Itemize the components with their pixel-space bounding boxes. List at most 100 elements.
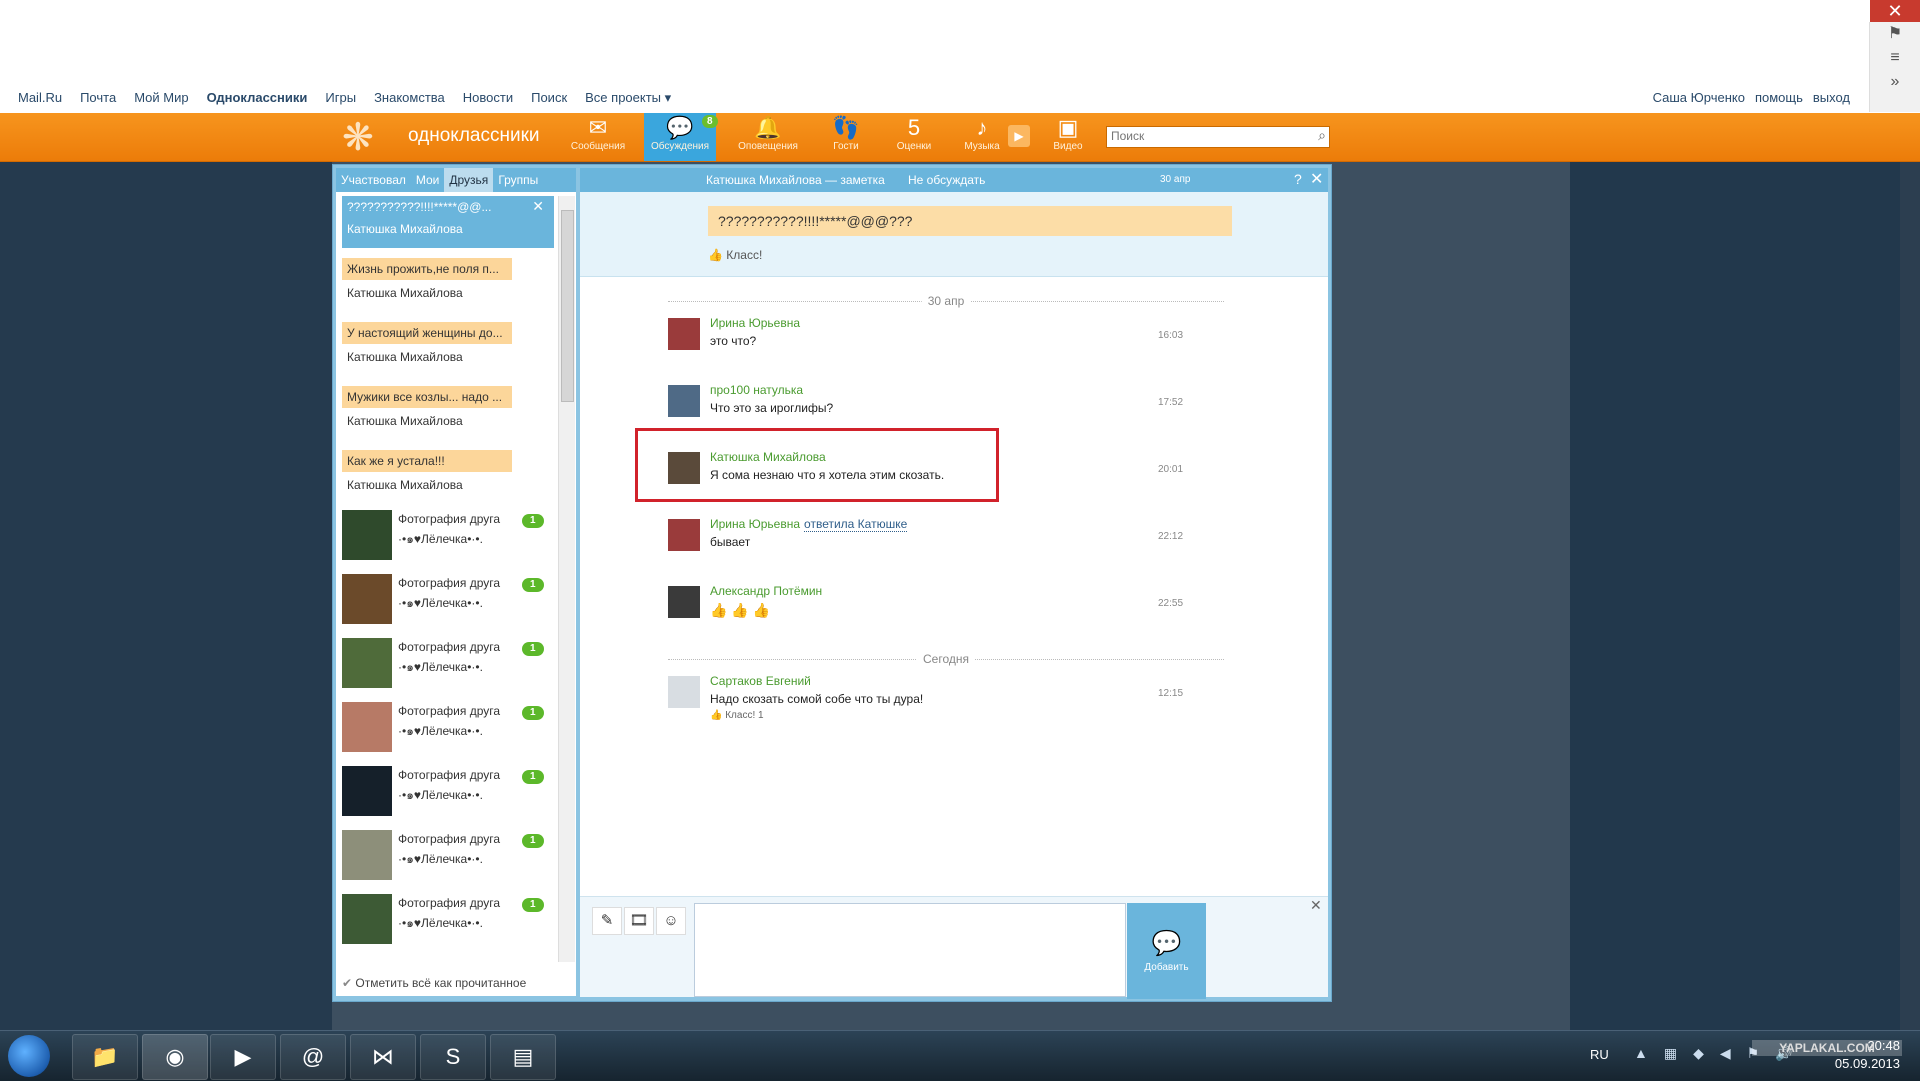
- rating-five-icon: 5: [907, 115, 921, 140]
- app-icon[interactable]: ▤: [490, 1034, 556, 1080]
- comment-author[interactable]: Александр Потёмин: [710, 584, 822, 598]
- list-scrollbar[interactable]: [558, 196, 575, 962]
- window-close-button[interactable]: ✕: [1870, 0, 1920, 22]
- footprints-icon: 👣: [832, 115, 860, 140]
- topic-title: ???????????!!!!*****@@...: [347, 200, 492, 214]
- highlight-box: [635, 428, 999, 502]
- language-indicator[interactable]: RU: [1590, 1047, 1609, 1062]
- film-icon[interactable]: 🎞: [624, 907, 654, 935]
- avatar[interactable]: [668, 519, 700, 551]
- portal-link-mail[interactable]: Почта: [80, 90, 116, 106]
- list-item-photo[interactable]: Фотография друга ·•๑♥Лёлечка•·•. 1: [342, 574, 554, 628]
- skype-icon[interactable]: S: [420, 1034, 486, 1080]
- pencil-icon[interactable]: ✎: [592, 907, 622, 935]
- reply-to-link[interactable]: ответила Катюшке: [804, 517, 908, 532]
- like-button[interactable]: 👍 Класс! 1: [710, 710, 764, 721]
- photo-thumbnail: [342, 830, 392, 880]
- close-icon[interactable]: ✕: [532, 198, 544, 215]
- user-name-link[interactable]: Саша Юрченко: [1653, 90, 1745, 105]
- nvidia-icon[interactable]: ◆: [1693, 1045, 1704, 1062]
- close-icon[interactable]: ✕: [1310, 897, 1322, 914]
- list-item[interactable]: У настоящий женщины до... Катюшка Михайл…: [342, 322, 554, 364]
- nav-video[interactable]: ▣ Видео: [1032, 113, 1104, 161]
- mail-agent-icon[interactable]: @: [280, 1034, 346, 1080]
- scrollbar-thumb[interactable]: [561, 210, 574, 402]
- portal-link-odnoklassniki[interactable]: Одноклассники: [207, 90, 308, 106]
- tab-groups[interactable]: Группы: [493, 168, 543, 192]
- search-input[interactable]: [1107, 127, 1305, 145]
- discussion-list: ???????????!!!!*****@@... Катюшка Михайл…: [336, 196, 558, 966]
- list-item[interactable]: Жизнь прожить,не поля п... Катюшка Михай…: [342, 258, 554, 300]
- taskbar: 📁 ◉ ▶ @ ⋈ S ▤ RU ▲ ▦ ◆ ◀ ⚑ 🔊 20:48 05.09…: [0, 1030, 1920, 1081]
- portal-link-myworld[interactable]: Мой Мир: [134, 90, 188, 106]
- portal-link-games[interactable]: Игры: [325, 90, 356, 106]
- comment-text: это что?: [710, 334, 757, 348]
- comment-author[interactable]: Сартаков Евгений: [710, 674, 811, 688]
- nav-messages[interactable]: ✉ Сообщения: [562, 113, 634, 161]
- author-name[interactable]: Ирина Юрьевна: [710, 517, 800, 531]
- comment-author[interactable]: Ирина Юрьевна ответила Катюшке: [710, 517, 908, 532]
- portal-link-mailru[interactable]: Mail.Ru: [18, 90, 62, 106]
- media-player-icon[interactable]: ▶: [210, 1034, 276, 1080]
- portal-link-dating[interactable]: Знакомства: [374, 90, 445, 106]
- comment-author[interactable]: Ирина Юрьевна: [710, 316, 800, 330]
- avatar[interactable]: [668, 385, 700, 417]
- nav-guests[interactable]: 👣 Гости: [810, 113, 882, 161]
- unfollow-link[interactable]: Не обсуждать: [908, 173, 985, 187]
- photo-thumbnail: [342, 894, 392, 944]
- antivirus-icon[interactable]: ◀: [1720, 1045, 1731, 1062]
- explorer-icon[interactable]: 📁: [72, 1034, 138, 1080]
- avatar[interactable]: [668, 676, 700, 708]
- mark-all-read-link[interactable]: ✔ Отметить всё как прочитанное: [342, 976, 526, 990]
- like-button[interactable]: 👍 Класс!: [708, 248, 762, 262]
- close-icon[interactable]: ✕: [1310, 169, 1323, 189]
- discussion-list-panel: Участвовал Мои Друзья Группы ???????????…: [336, 168, 576, 996]
- list-item[interactable]: Как же я устала!!! Катюшка Михайлова: [342, 450, 554, 492]
- tab-participated[interactable]: Участвовал: [336, 168, 411, 192]
- count-badge: 1: [522, 514, 544, 528]
- comment-author[interactable]: про100 натулька: [710, 383, 803, 397]
- page-scrollbar[interactable]: [1900, 162, 1920, 1030]
- chevron-up-icon[interactable]: ▲: [1634, 1045, 1648, 1062]
- chrome-icon[interactable]: ◉: [142, 1034, 208, 1080]
- nav-notifications[interactable]: 🔔 Оповещения: [732, 113, 804, 161]
- network-icon[interactable]: ▦: [1664, 1045, 1677, 1062]
- list-item-photo[interactable]: Фотография друга ·•๑♥Лёлечка•·•. 1: [342, 702, 554, 756]
- thread-date: 30 апр: [1160, 174, 1191, 185]
- pdf-icon[interactable]: ⚑: [1870, 22, 1920, 46]
- nav-ratings[interactable]: 5 Оценки: [878, 113, 950, 161]
- logout-link[interactable]: выход: [1813, 90, 1850, 105]
- menu-icon[interactable]: ≡: [1870, 46, 1920, 70]
- help-link[interactable]: помощь: [1755, 90, 1803, 105]
- avatar[interactable]: [668, 586, 700, 618]
- play-icon[interactable]: ▶: [1008, 125, 1030, 147]
- add-comment-button[interactable]: 💬 Добавить: [1127, 903, 1206, 999]
- help-icon[interactable]: ?: [1294, 171, 1302, 187]
- tab-mine[interactable]: Мои: [411, 168, 445, 192]
- comment-input[interactable]: [694, 903, 1126, 997]
- list-item-photo[interactable]: Фотография друга ·•๑♥Лёлечка•·•. 1: [342, 510, 554, 564]
- brand-name[interactable]: одноклассники: [408, 125, 540, 147]
- list-item-photo[interactable]: Фотография друга ·•๑♥Лёлечка•·•. 1: [342, 766, 554, 820]
- search-icon[interactable]: ⌕: [1318, 127, 1326, 144]
- visual-studio-icon[interactable]: ⋈: [350, 1034, 416, 1080]
- portal-link-search[interactable]: Поиск: [531, 90, 567, 106]
- smiley-icon[interactable]: ☺: [656, 907, 686, 935]
- maple-leaf-logo-icon[interactable]: ❋: [342, 117, 402, 159]
- start-button[interactable]: [8, 1035, 50, 1077]
- list-item[interactable]: Мужики все козлы... надо ... Катюшка Мих…: [342, 386, 554, 428]
- portal-link-news[interactable]: Новости: [463, 90, 513, 106]
- list-item-active-topic[interactable]: ???????????!!!!*****@@... Катюшка Михайл…: [342, 196, 554, 248]
- bell-icon: 🔔: [754, 115, 782, 140]
- portal-user-links: Саша Юрченко помощь выход: [1653, 90, 1850, 105]
- list-item-photo[interactable]: Фотография друга ·•๑♥Лёлечка•·•. 1: [342, 830, 554, 884]
- chevron-right-icon[interactable]: »: [1870, 70, 1920, 94]
- compose-area: ✎ 🎞 ☺ 💬 Добавить ✕: [580, 896, 1328, 999]
- portal-link-all-projects[interactable]: Все проекты ▾: [585, 90, 671, 106]
- list-item-photo[interactable]: Фотография друга ·•๑♥Лёлечка•·•. 1: [342, 638, 554, 692]
- list-item-photo[interactable]: Фотография друга ·•๑♥Лёлечка•·•. 1: [342, 894, 554, 948]
- thread-title[interactable]: Катюшка Михайлова — заметка: [706, 173, 885, 187]
- avatar[interactable]: [668, 318, 700, 350]
- comment: Александр Потёмин 👍 👍 👍 22:55: [668, 584, 1188, 632]
- tab-friends[interactable]: Друзья: [444, 168, 494, 192]
